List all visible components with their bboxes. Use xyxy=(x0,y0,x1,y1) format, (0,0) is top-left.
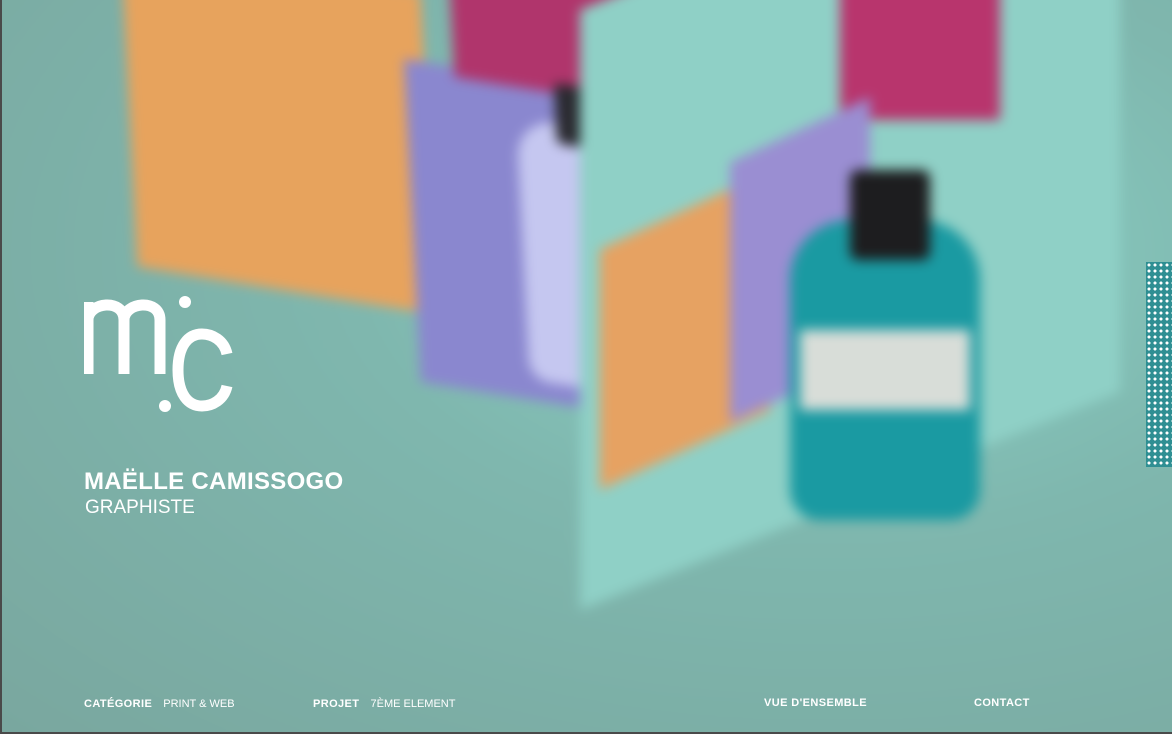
designer-name: MAËLLE CAMISSOGO xyxy=(84,468,344,495)
contact-link[interactable]: CONTACT xyxy=(974,697,1030,709)
logo-icon xyxy=(82,296,233,412)
overview-link[interactable]: VUE D'ENSEMBLE xyxy=(764,697,867,709)
left-border xyxy=(0,0,2,734)
project-label: PROJET xyxy=(313,698,360,710)
page: MAËLLE CAMISSOGO GRAPHISTE CATÉGORIE PRI… xyxy=(0,0,1172,734)
designer-role: GRAPHISTE xyxy=(85,497,195,518)
category-info: CATÉGORIE PRINT & WEB xyxy=(84,698,235,710)
mc-monogram-logo[interactable] xyxy=(82,290,234,415)
project-value: 7ÈME ELEMENT xyxy=(370,698,456,710)
dotted-pattern-strip xyxy=(1146,262,1172,467)
project-info: PROJET 7ÈME ELEMENT xyxy=(313,698,455,710)
category-value: PRINT & WEB xyxy=(163,698,235,710)
category-label: CATÉGORIE xyxy=(84,698,153,710)
magazine-right xyxy=(580,0,1140,611)
